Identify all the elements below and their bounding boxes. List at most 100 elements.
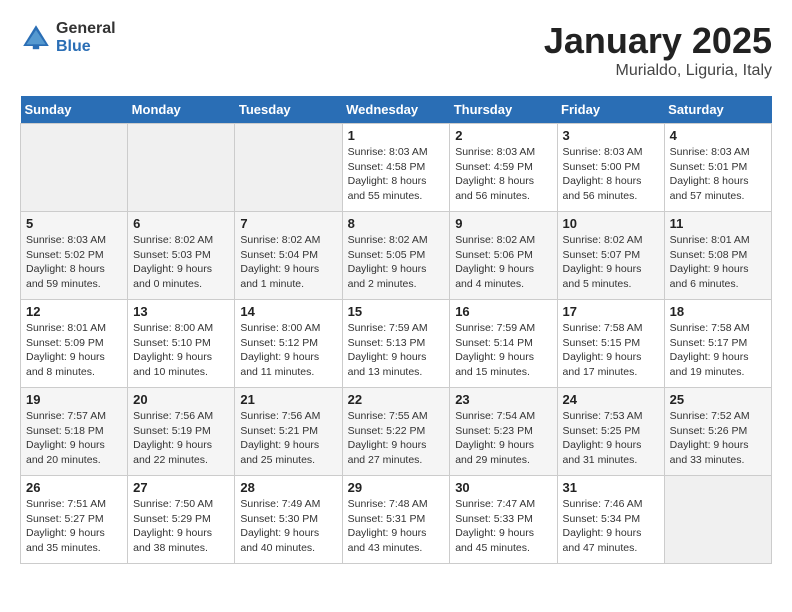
week-row-2: 5 Sunrise: 8:03 AM Sunset: 5:02 PM Daylig… [21,212,772,300]
calendar-cell: 24 Sunrise: 7:53 AM Sunset: 5:25 PM Dayli… [557,388,664,476]
calendar-cell: 23 Sunrise: 7:54 AM Sunset: 5:23 PM Dayli… [450,388,557,476]
calendar-cell: 14Sunrise: 8:00 AM Sunset: 5:12 PM Dayli… [235,300,342,388]
week-row-1: 1Sunrise: 8:03 AM Sunset: 4:58 PM Daylig… [21,124,772,212]
day-number: 31 [563,480,659,495]
day-info: Sunrise: 8:03 AM Sunset: 4:59 PM Dayligh… [455,145,551,204]
day-info: Sunrise: 7:49 AM Sunset: 5:30 PM Dayligh… [240,497,336,556]
calendar-cell: 6Sunrise: 8:02 AM Sunset: 5:03 PM Daylig… [128,212,235,300]
calendar-cell: 22 Sunrise: 7:55 AM Sunset: 5:22 PM Dayli… [342,388,450,476]
calendar-cell: 21Sunrise: 7:56 AM Sunset: 5:21 PM Dayli… [235,388,342,476]
day-info: Sunrise: 7:53 AM Sunset: 5:25 PM Dayligh… [563,409,659,468]
day-info: Sunrise: 7:50 AM Sunset: 5:29 PM Dayligh… [133,497,229,556]
day-info: Sunrise: 8:02 AM Sunset: 5:06 PM Dayligh… [455,233,551,292]
day-info: Sunrise: 7:56 AM Sunset: 5:21 PM Dayligh… [240,409,336,468]
day-info: Sunrise: 7:48 AM Sunset: 5:31 PM Dayligh… [348,497,445,556]
header-cell-saturday: Saturday [664,96,771,124]
day-info: Sunrise: 7:58 AM Sunset: 5:17 PM Dayligh… [670,321,766,380]
header-cell-wednesday: Wednesday [342,96,450,124]
week-row-5: 26Sunrise: 7:51 AM Sunset: 5:27 PM Dayli… [21,476,772,564]
header-cell-sunday: Sunday [21,96,128,124]
header-cell-monday: Monday [128,96,235,124]
calendar-body: 1Sunrise: 8:03 AM Sunset: 4:58 PM Daylig… [21,124,772,564]
calendar-cell [21,124,128,212]
day-number: 5 [26,216,122,231]
day-number: 6 [133,216,229,231]
logo-text: General Blue [56,20,116,55]
day-info: Sunrise: 7:55 AM Sunset: 5:22 PM Dayligh… [348,409,445,468]
day-number: 10 [563,216,659,231]
day-number: 27 [133,480,229,495]
day-number: 20 [133,392,229,407]
calendar-cell: 13Sunrise: 8:00 AM Sunset: 5:10 PM Dayli… [128,300,235,388]
calendar-cell: 12 Sunrise: 8:01 AM Sunset: 5:09 PM Dayli… [21,300,128,388]
day-number: 12 [26,304,122,319]
logo: General Blue [20,20,116,55]
calendar-cell: 8Sunrise: 8:02 AM Sunset: 5:05 PM Daylig… [342,212,450,300]
day-info: Sunrise: 8:03 AM Sunset: 5:02 PM Dayligh… [26,233,122,292]
calendar-cell: 15 Sunrise: 7:59 AM Sunset: 5:13 PM Dayli… [342,300,450,388]
calendar-cell: 20Sunrise: 7:56 AM Sunset: 5:19 PM Dayli… [128,388,235,476]
title-area: January 2025 Murialdo, Liguria, Italy [544,20,772,80]
day-info: Sunrise: 8:01 AM Sunset: 5:09 PM Dayligh… [26,321,122,380]
day-number: 23 [455,392,551,407]
calendar-cell: 5 Sunrise: 8:03 AM Sunset: 5:02 PM Daylig… [21,212,128,300]
day-number: 11 [670,216,766,231]
day-info: Sunrise: 8:02 AM Sunset: 5:05 PM Dayligh… [348,233,445,292]
day-number: 2 [455,128,551,143]
day-number: 28 [240,480,336,495]
day-info: Sunrise: 8:01 AM Sunset: 5:08 PM Dayligh… [670,233,766,292]
day-info: Sunrise: 7:58 AM Sunset: 5:15 PM Dayligh… [563,321,659,380]
calendar-cell: 2 Sunrise: 8:03 AM Sunset: 4:59 PM Daylig… [450,124,557,212]
day-number: 17 [563,304,659,319]
calendar-cell: 10 Sunrise: 8:02 AM Sunset: 5:07 PM Dayli… [557,212,664,300]
day-number: 19 [26,392,122,407]
calendar-cell: 4Sunrise: 8:03 AM Sunset: 5:01 PM Daylig… [664,124,771,212]
calendar-cell [235,124,342,212]
day-info: Sunrise: 8:02 AM Sunset: 5:04 PM Dayligh… [240,233,336,292]
calendar-cell: 30 Sunrise: 7:47 AM Sunset: 5:33 PM Dayli… [450,476,557,564]
day-number: 22 [348,392,445,407]
calendar-table: SundayMondayTuesdayWednesdayThursdayFrid… [20,96,772,564]
day-number: 15 [348,304,445,319]
day-number: 7 [240,216,336,231]
day-info: Sunrise: 7:59 AM Sunset: 5:14 PM Dayligh… [455,321,551,380]
calendar-cell: 17 Sunrise: 7:58 AM Sunset: 5:15 PM Dayli… [557,300,664,388]
calendar-cell: 25Sunrise: 7:52 AM Sunset: 5:26 PM Dayli… [664,388,771,476]
header-row: SundayMondayTuesdayWednesdayThursdayFrid… [21,96,772,124]
day-info: Sunrise: 7:59 AM Sunset: 5:13 PM Dayligh… [348,321,445,380]
day-info: Sunrise: 7:47 AM Sunset: 5:33 PM Dayligh… [455,497,551,556]
week-row-4: 19Sunrise: 7:57 AM Sunset: 5:18 PM Dayli… [21,388,772,476]
header-cell-thursday: Thursday [450,96,557,124]
header-cell-friday: Friday [557,96,664,124]
calendar-cell: 26Sunrise: 7:51 AM Sunset: 5:27 PM Dayli… [21,476,128,564]
day-number: 18 [670,304,766,319]
calendar-cell: 7 Sunrise: 8:02 AM Sunset: 5:04 PM Daylig… [235,212,342,300]
calendar-header: SundayMondayTuesdayWednesdayThursdayFrid… [21,96,772,124]
calendar-cell: 9Sunrise: 8:02 AM Sunset: 5:06 PM Daylig… [450,212,557,300]
calendar-cell: 16Sunrise: 7:59 AM Sunset: 5:14 PM Dayli… [450,300,557,388]
calendar-cell: 19Sunrise: 7:57 AM Sunset: 5:18 PM Dayli… [21,388,128,476]
logo-blue-text: Blue [56,38,116,56]
calendar-cell: 18 Sunrise: 7:58 AM Sunset: 5:17 PM Dayli… [664,300,771,388]
day-info: Sunrise: 8:02 AM Sunset: 5:07 PM Dayligh… [563,233,659,292]
calendar-cell [664,476,771,564]
calendar-cell: 11 Sunrise: 8:01 AM Sunset: 5:08 PM Dayli… [664,212,771,300]
day-number: 1 [348,128,445,143]
calendar-cell: 28 Sunrise: 7:49 AM Sunset: 5:30 PM Dayli… [235,476,342,564]
day-number: 24 [563,392,659,407]
header-cell-tuesday: Tuesday [235,96,342,124]
header: General Blue January 2025 Murialdo, Ligu… [20,20,772,80]
day-number: 29 [348,480,445,495]
logo-general-text: General [56,20,116,38]
day-number: 13 [133,304,229,319]
day-info: Sunrise: 7:54 AM Sunset: 5:23 PM Dayligh… [455,409,551,468]
logo-icon [20,22,52,54]
day-info: Sunrise: 8:03 AM Sunset: 5:01 PM Dayligh… [670,145,766,204]
month-title: January 2025 [544,20,772,62]
day-number: 26 [26,480,122,495]
day-number: 3 [563,128,659,143]
calendar-cell [128,124,235,212]
day-number: 30 [455,480,551,495]
calendar-cell: 31Sunrise: 7:46 AM Sunset: 5:34 PM Dayli… [557,476,664,564]
calendar-cell: 29 Sunrise: 7:48 AM Sunset: 5:31 PM Dayli… [342,476,450,564]
